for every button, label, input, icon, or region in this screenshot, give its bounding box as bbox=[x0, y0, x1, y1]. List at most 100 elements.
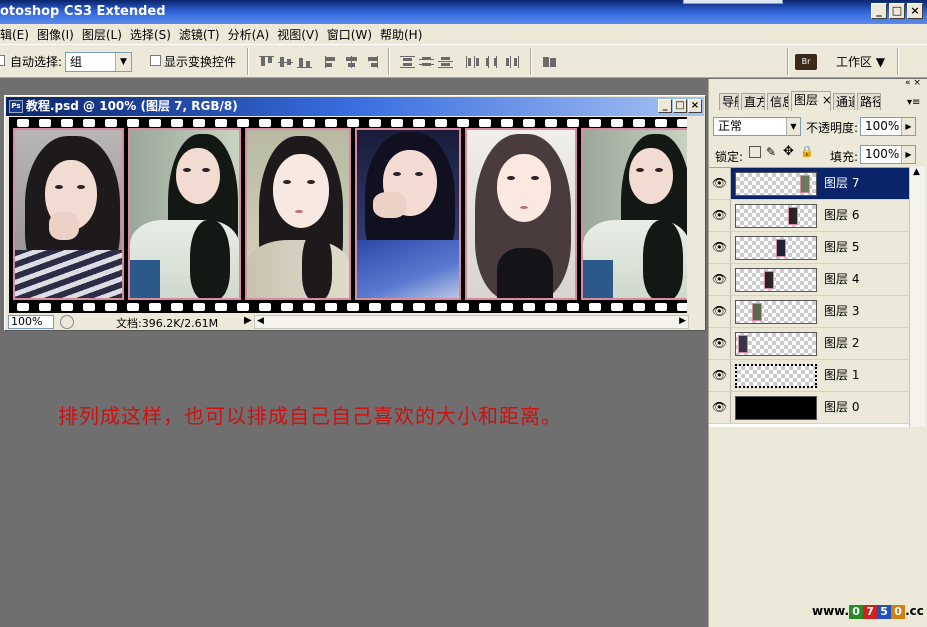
sprocket-hole bbox=[347, 303, 359, 311]
bridge-icon[interactable]: Br bbox=[795, 54, 817, 70]
align-vcenter-icon[interactable] bbox=[278, 56, 293, 68]
align-hcenter-icon[interactable] bbox=[344, 56, 359, 68]
distribute-top-icon[interactable] bbox=[400, 56, 415, 68]
align-bottom-icon[interactable] bbox=[297, 56, 312, 68]
status-arrow-icon[interactable]: ▶ bbox=[244, 315, 252, 326]
scroll-left-icon[interactable]: ◀ bbox=[257, 316, 264, 326]
tab-close-icon[interactable]: × bbox=[822, 93, 830, 107]
layer-thumbnail bbox=[735, 236, 817, 260]
align-top-icon[interactable] bbox=[259, 56, 274, 68]
menu-view[interactable]: 视图(V) bbox=[277, 26, 327, 43]
sprocket-hole bbox=[655, 119, 667, 127]
sprocket-hole bbox=[677, 303, 687, 311]
layer-row-4[interactable]: 👁 图层 4 bbox=[709, 264, 909, 296]
lock-brush-icon[interactable]: ✎ bbox=[766, 145, 776, 159]
tab-info[interactable]: 信息 bbox=[767, 93, 789, 110]
show-transform-checkbox[interactable] bbox=[150, 55, 161, 66]
auto-select-dropdown[interactable]: 组 ▼ bbox=[65, 52, 132, 72]
tab-navigator[interactable]: 导航 bbox=[719, 93, 739, 110]
ps-document-icon: Ps bbox=[9, 100, 23, 113]
lock-transparency-icon[interactable] bbox=[749, 146, 761, 158]
menu-layer[interactable]: 图层(L) bbox=[82, 26, 130, 43]
doc-maximize-button[interactable]: □ bbox=[673, 99, 687, 113]
sprocket-hole bbox=[479, 303, 491, 311]
distribute-bottom-icon[interactable] bbox=[438, 56, 453, 68]
film-strip-canvas[interactable] bbox=[9, 117, 687, 313]
eye-icon[interactable]: 👁 bbox=[709, 200, 731, 231]
panel-menu-icon[interactable]: ▾≡ bbox=[907, 97, 920, 108]
sprocket-hole bbox=[545, 119, 557, 127]
tab-histogram[interactable]: 直方 bbox=[741, 93, 765, 110]
layer-row-6[interactable]: 👁 图层 6 bbox=[709, 200, 909, 232]
sprocket-hole bbox=[479, 119, 491, 127]
distribute-vcenter-icon[interactable] bbox=[419, 56, 434, 68]
layer-row-7[interactable]: 👁 图层 7 bbox=[709, 168, 909, 200]
maximize-button[interactable]: □ bbox=[889, 3, 905, 19]
eye-icon[interactable]: 👁 bbox=[709, 392, 731, 423]
watermark-suffix: .cc bbox=[905, 604, 924, 618]
sprocket-hole bbox=[589, 303, 601, 311]
sprocket-hole bbox=[501, 303, 513, 311]
layer-row-5[interactable]: 👁 图层 5 bbox=[709, 232, 909, 264]
scroll-up-icon[interactable]: ▲ bbox=[913, 167, 920, 177]
align-right-icon[interactable] bbox=[363, 56, 378, 68]
doc-close-button[interactable]: × bbox=[688, 99, 702, 113]
layer-thumbnail bbox=[735, 268, 817, 292]
lock-move-icon[interactable]: ✥ bbox=[783, 144, 794, 159]
eye-icon[interactable]: 👁 bbox=[709, 328, 731, 359]
eye-icon[interactable]: 👁 bbox=[709, 360, 731, 391]
sprocket-hole bbox=[127, 119, 139, 127]
photo-frame-6 bbox=[581, 128, 687, 300]
eye-icon[interactable]: 👁 bbox=[709, 168, 731, 199]
menu-filter[interactable]: 滤镜(T) bbox=[179, 26, 228, 43]
auto-align-icon[interactable] bbox=[542, 56, 557, 68]
sprocket-hole bbox=[303, 303, 315, 311]
align-left-icon[interactable] bbox=[325, 56, 340, 68]
menu-window[interactable]: 窗口(W) bbox=[327, 26, 380, 43]
menu-analysis[interactable]: 分析(A) bbox=[228, 26, 278, 43]
panel-tabs: 导航 直方 信息 图层 × 通道 路径 ▾≡ bbox=[709, 89, 927, 111]
menu-edit[interactable]: 辑(E) bbox=[0, 26, 37, 43]
sprocket-hole bbox=[193, 119, 205, 127]
menu-help[interactable]: 帮助(H) bbox=[380, 26, 430, 43]
doc-minimize-button[interactable]: _ bbox=[658, 99, 672, 113]
tab-paths[interactable]: 路径 bbox=[857, 93, 881, 110]
opacity-field[interactable]: 100% ▶ bbox=[860, 117, 916, 136]
panel-collapse-icon[interactable]: « × bbox=[905, 79, 927, 89]
minimize-button[interactable]: _ bbox=[871, 3, 887, 19]
document-titlebar[interactable]: Ps 教程.psd @ 100% (图层 7, RGB/8) _ □ × bbox=[6, 97, 704, 116]
tab-channels[interactable]: 通道 bbox=[833, 93, 855, 110]
watermark-prefix: www. bbox=[812, 604, 850, 618]
menu-select[interactable]: 选择(S) bbox=[130, 26, 179, 43]
eye-icon[interactable]: 👁 bbox=[709, 296, 731, 327]
layer-row-3[interactable]: 👁 图层 3 bbox=[709, 296, 909, 328]
layer-row-1[interactable]: 👁 图层 1 bbox=[709, 360, 909, 392]
fill-field[interactable]: 100% ▶ bbox=[860, 145, 916, 164]
layers-list: 👁 图层 7 👁 图层 6 👁 图层 5 👁 图层 4 👁 图层 3 👁 图层 … bbox=[709, 167, 909, 427]
sprocket-hole bbox=[127, 303, 139, 311]
auto-select-checkbox[interactable] bbox=[0, 55, 5, 66]
close-button[interactable]: × bbox=[907, 3, 923, 19]
sprocket-hole bbox=[435, 119, 447, 127]
scroll-right-icon[interactable]: ▶ bbox=[679, 316, 686, 326]
layer-row-0[interactable]: 👁 图层 0 bbox=[709, 392, 909, 424]
menu-image[interactable]: 图像(I) bbox=[37, 26, 82, 43]
eye-icon[interactable]: 👁 bbox=[709, 232, 731, 263]
distribute-left-icon[interactable] bbox=[466, 56, 481, 68]
distribute-right-icon[interactable] bbox=[504, 56, 519, 68]
chevron-right-icon[interactable]: ▶ bbox=[901, 146, 915, 163]
horizontal-scrollbar[interactable]: ◀ ▶ bbox=[254, 315, 689, 329]
layers-scrollbar[interactable]: ▲ bbox=[909, 167, 925, 427]
eye-icon[interactable]: 👁 bbox=[709, 264, 731, 295]
chevron-right-icon[interactable]: ▶ bbox=[901, 118, 915, 135]
zoom-field[interactable]: 100% bbox=[8, 315, 54, 329]
distribute-hcenter-icon[interactable] bbox=[485, 56, 500, 68]
status-menu-icon[interactable] bbox=[60, 315, 74, 329]
lock-all-icon[interactable]: 🔒 bbox=[800, 145, 814, 158]
tab-layers[interactable]: 图层 × bbox=[791, 91, 831, 111]
sprocket-hole bbox=[61, 119, 73, 127]
blend-mode-dropdown[interactable]: 正常 ▼ bbox=[713, 117, 801, 136]
layer-row-2[interactable]: 👁 图层 2 bbox=[709, 328, 909, 360]
workspace-menu[interactable]: 工作区 ▼ bbox=[836, 53, 885, 70]
layer-name: 图层 6 bbox=[824, 208, 860, 222]
